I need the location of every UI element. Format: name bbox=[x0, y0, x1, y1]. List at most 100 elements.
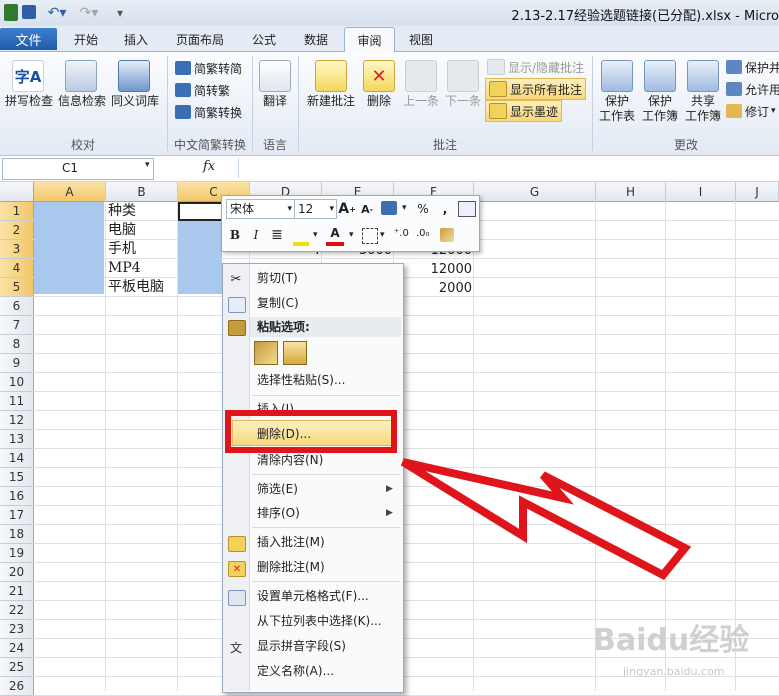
row-header-25[interactable]: 25 bbox=[0, 658, 34, 677]
column-header-i[interactable]: I bbox=[666, 182, 736, 202]
translate-button[interactable]: 翻译 bbox=[256, 56, 294, 136]
active-cell[interactable] bbox=[178, 202, 224, 221]
menu-item-define-name[interactable]: 定义名称(A)... bbox=[257, 660, 334, 682]
row-header-11[interactable]: 11 bbox=[0, 392, 34, 411]
tab-view[interactable]: 视图 bbox=[405, 29, 437, 50]
show-all-comments-toggle[interactable]: 显示所有批注 bbox=[485, 78, 587, 100]
menu-item-pick-from-list[interactable]: 从下拉列表中选择(K)... bbox=[257, 610, 382, 632]
menu-item-show-phonetic[interactable]: 显示拼音字段(S) bbox=[257, 635, 346, 657]
select-all-button[interactable] bbox=[0, 182, 34, 202]
paste-formatting-icon[interactable] bbox=[254, 341, 278, 365]
number-format-icon[interactable] bbox=[381, 201, 397, 215]
column-header-j[interactable]: J bbox=[736, 182, 779, 202]
tab-insert[interactable]: 插入 bbox=[120, 29, 152, 50]
selected-range-a[interactable] bbox=[34, 202, 104, 294]
redo-icon[interactable]: ↷▾ bbox=[76, 4, 102, 21]
row-header-14[interactable]: 14 bbox=[0, 449, 34, 468]
menu-item-delete-comment[interactable]: 删除批注(M) bbox=[257, 556, 325, 578]
row-header-4[interactable]: 4 bbox=[0, 259, 34, 278]
tab-page-layout[interactable]: 页面布局 bbox=[172, 29, 228, 50]
row-header-13[interactable]: 13 bbox=[0, 430, 34, 449]
borders-icon[interactable] bbox=[362, 228, 378, 244]
font-color-icon[interactable]: A bbox=[326, 224, 344, 246]
menu-item-cut[interactable]: 剪切(T) bbox=[257, 267, 298, 289]
percent-style-icon[interactable]: % bbox=[414, 200, 432, 218]
decrease-decimal-icon[interactable]: .0₀ bbox=[416, 228, 430, 239]
row-header-24[interactable]: 24 bbox=[0, 639, 34, 658]
menu-item-filter[interactable]: 筛选(E) bbox=[257, 478, 298, 500]
research-button[interactable]: 信息检索 bbox=[58, 56, 106, 136]
chevron-down-icon[interactable]: ▾ bbox=[313, 230, 318, 240]
row-header-2[interactable]: 2 bbox=[0, 221, 34, 240]
column-header-h[interactable]: H bbox=[596, 182, 666, 202]
row-header-5[interactable]: 5 bbox=[0, 278, 34, 297]
menu-item-paste-special[interactable]: 选择性粘贴(S)... bbox=[257, 369, 345, 391]
row-header-17[interactable]: 17 bbox=[0, 506, 34, 525]
cell-b2[interactable]: 电脑 bbox=[108, 221, 136, 239]
new-comment-button[interactable]: 新建批注 bbox=[306, 56, 356, 136]
row-header-10[interactable]: 10 bbox=[0, 373, 34, 392]
insert-function-icon[interactable]: fx bbox=[203, 159, 215, 174]
merge-center-icon[interactable] bbox=[458, 201, 476, 217]
align-center-icon[interactable]: ≣ bbox=[268, 226, 286, 244]
row-header-6[interactable]: 6 bbox=[0, 297, 34, 316]
share-workbook-button[interactable]: 共享 工作簿 bbox=[683, 56, 723, 136]
row-header-9[interactable]: 9 bbox=[0, 354, 34, 373]
row-header-1[interactable]: 1 bbox=[0, 202, 34, 221]
row-header-7[interactable]: 7 bbox=[0, 316, 34, 335]
row-header-22[interactable]: 22 bbox=[0, 601, 34, 620]
menu-item-sort[interactable]: 排序(O) bbox=[257, 502, 300, 524]
spell-check-button[interactable]: 字A 拼写检查 bbox=[5, 56, 53, 136]
row-header-23[interactable]: 23 bbox=[0, 620, 34, 639]
row-header-19[interactable]: 19 bbox=[0, 544, 34, 563]
column-header-g[interactable]: G bbox=[474, 182, 596, 202]
tab-formulas[interactable]: 公式 bbox=[248, 29, 280, 50]
bold-button[interactable]: B bbox=[226, 226, 244, 244]
tab-review[interactable]: 审阅 bbox=[344, 27, 395, 53]
tab-file[interactable]: 文件 bbox=[0, 28, 57, 50]
cell-f4[interactable]: 12000 bbox=[400, 261, 472, 279]
format-painter-icon[interactable] bbox=[440, 228, 454, 242]
formula-input[interactable] bbox=[238, 158, 779, 178]
row-header-8[interactable]: 8 bbox=[0, 335, 34, 354]
cell-b5[interactable]: 平板电脑 bbox=[108, 278, 164, 296]
chevron-down-icon[interactable]: ▾ bbox=[402, 203, 407, 213]
row-header-26[interactable]: 26 bbox=[0, 677, 34, 696]
paste-values-icon[interactable] bbox=[283, 341, 307, 365]
row-header-21[interactable]: 21 bbox=[0, 582, 34, 601]
menu-item-copy[interactable]: 复制(C) bbox=[257, 292, 299, 314]
font-name-select[interactable]: 宋体 ▾ bbox=[226, 199, 295, 219]
trad-to-simp-button[interactable]: 简繁转简 bbox=[175, 58, 242, 78]
chevron-down-icon[interactable]: ▾ bbox=[380, 230, 385, 240]
cell-f5[interactable]: 2000 bbox=[400, 280, 472, 298]
grow-font-icon[interactable]: A + bbox=[338, 200, 356, 218]
row-header-12[interactable]: 12 bbox=[0, 411, 34, 430]
undo-icon[interactable]: ↶▾ bbox=[44, 4, 70, 21]
show-hide-comment-button[interactable]: 显示/隐藏批注 bbox=[487, 57, 584, 77]
row-header-16[interactable]: 16 bbox=[0, 487, 34, 506]
next-comment-button[interactable]: 下一条 bbox=[443, 56, 483, 136]
chevron-down-icon[interactable]: ▾ bbox=[349, 230, 354, 240]
tab-home[interactable]: 开始 bbox=[70, 29, 102, 50]
menu-item-format-cells[interactable]: 设置单元格格式(F)... bbox=[257, 585, 369, 607]
increase-decimal-icon[interactable]: ⁺.0 bbox=[394, 228, 409, 239]
row-header-20[interactable]: 20 bbox=[0, 563, 34, 582]
fill-color-icon[interactable] bbox=[293, 228, 309, 246]
cell-b4[interactable]: MP4 bbox=[108, 259, 141, 277]
tab-data[interactable]: 数据 bbox=[300, 29, 332, 50]
cell-b3[interactable]: 手机 bbox=[108, 240, 136, 258]
track-changes-button[interactable]: 修订 ▾ bbox=[726, 101, 776, 121]
show-ink-toggle[interactable]: 显示墨迹 bbox=[485, 100, 563, 122]
menu-item-insert-comment[interactable]: 插入批注(M) bbox=[257, 531, 325, 553]
previous-comment-button[interactable]: 上一条 bbox=[401, 56, 441, 136]
save-icon[interactable] bbox=[22, 5, 36, 19]
shrink-font-icon[interactable]: A- bbox=[358, 200, 376, 218]
protect-workbook-button[interactable]: 保护 工作簿 bbox=[640, 56, 680, 136]
row-header-3[interactable]: 3 bbox=[0, 240, 34, 259]
row-header-15[interactable]: 15 bbox=[0, 468, 34, 487]
font-size-select[interactable]: 12 ▾ bbox=[294, 199, 337, 219]
protect-and-share-button[interactable]: 保护并 bbox=[726, 57, 779, 77]
row-header-18[interactable]: 18 bbox=[0, 525, 34, 544]
chevron-down-icon[interactable]: ▾ bbox=[145, 160, 150, 170]
italic-button[interactable]: I bbox=[247, 226, 265, 244]
